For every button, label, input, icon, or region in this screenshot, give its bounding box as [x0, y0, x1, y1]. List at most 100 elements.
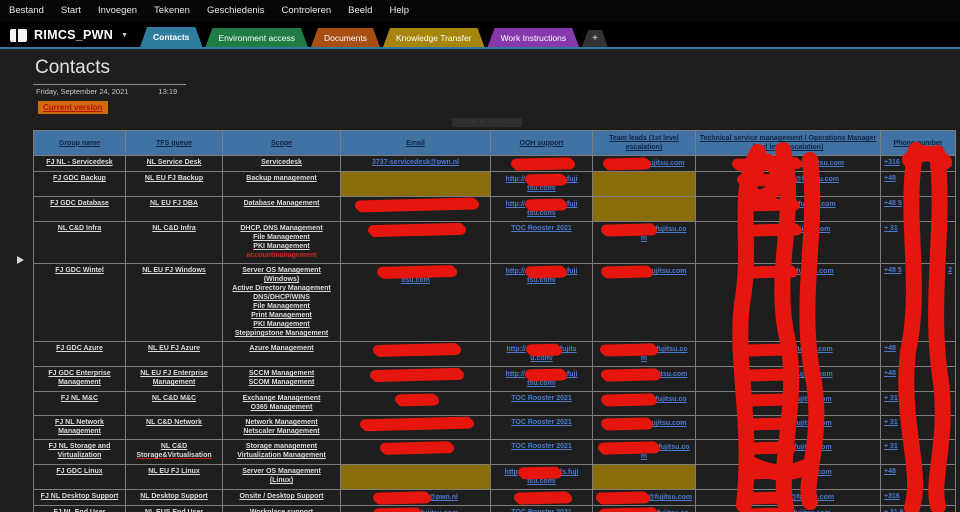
tech-link-fragment[interactable]: fujitsu.com — [796, 268, 833, 275]
phone-link-fragment[interactable]: + 31 — [884, 418, 898, 427]
phone-link-fragment[interactable]: +48 5 — [884, 199, 902, 208]
tab-label: Environment access — [218, 33, 295, 43]
ooh-link[interactable]: TOC Rooster 2021 — [511, 419, 572, 426]
phone-link-fragment[interactable]: + 31 — [884, 442, 898, 451]
team-leads-link-fragment[interactable]: fujitsu.co — [658, 444, 689, 451]
table-row: FJ NL - ServicedeskNL Service DeskServic… — [34, 156, 956, 172]
team-leads-link-fragment[interactable]: fujitsu.co — [655, 226, 686, 233]
email-link[interactable]: 3737-servicedesk@pwn.nl — [372, 159, 459, 166]
ooh-link[interactable]: TOC Rooster 2021 — [511, 443, 572, 450]
ooh-link-fragment[interactable]: .fuji — [565, 201, 577, 208]
notebook-name[interactable]: RIMCS_PWN — [34, 28, 113, 42]
team-leads-link-fragment[interactable]: ujitsu.com — [649, 160, 684, 167]
cell-text-line: Steppingstone Management — [225, 329, 338, 338]
team-leads-link-fragment[interactable]: ujitsu.com — [651, 268, 686, 275]
ooh-link-fragment[interactable]: u.com/ — [530, 355, 553, 362]
tech-link-fragment[interactable]: @fujitsu.com — [800, 160, 844, 167]
menu-item-bestand[interactable]: Bestand — [9, 5, 44, 16]
tech-link-fragment[interactable]: fujitsu.com — [798, 201, 835, 208]
team-leads-link-fragment[interactable]: @fujitsu.com — [648, 494, 692, 501]
redaction-scribble — [601, 393, 655, 404]
phone-link-fragment[interactable]: +316 — [884, 492, 900, 501]
ooh-link[interactable]: TOC Rooster 2021 — [511, 225, 572, 232]
ooh-link-fragment[interactable]: http:// — [506, 176, 525, 183]
ooh-link-fragment[interactable]: http — [505, 469, 518, 476]
phone-link-fragment[interactable]: +48 — [884, 369, 896, 378]
menu-item-geschiedenis[interactable]: Geschiedenis — [207, 5, 265, 16]
menu-item-tekenen[interactable]: Tekenen — [154, 5, 190, 16]
phone-link-fragment[interactable]: 2 — [948, 266, 952, 275]
cell-team-leads: ujitsu.com — [593, 264, 696, 342]
team-leads-link-fragment[interactable]: itsu.com — [659, 371, 688, 378]
tech-link-fragment[interactable]: jitsu.com — [800, 226, 831, 233]
ooh-link-fragment[interactable]: tsu.com/ — [527, 380, 556, 387]
column-header-phone-number[interactable]: Phone number — [881, 131, 956, 156]
ooh-link-fragment[interactable]: .fuji — [565, 176, 577, 183]
email-link-fragment[interactable]: @pwn.nl — [429, 494, 458, 501]
phone-link-fragment[interactable]: +316 — [884, 158, 900, 167]
table-drag-handle[interactable] — [452, 118, 522, 127]
column-header-email[interactable]: Email — [341, 131, 491, 156]
ooh-link-fragment[interactable]: http:// — [506, 268, 525, 275]
menu-item-beeld[interactable]: Beeld — [348, 5, 372, 16]
phone-link-fragment[interactable]: +48 5 — [884, 266, 902, 275]
ooh-link-fragment[interactable]: .fuji — [565, 371, 577, 378]
menu-item-controleren[interactable]: Controleren — [282, 5, 332, 16]
new-section-tab[interactable]: + — [582, 30, 608, 47]
tab-environment-access[interactable]: Environment access — [205, 28, 308, 47]
column-header-team-leads-1st-level-escalation[interactable]: Team leads (1st level escalation) — [593, 131, 696, 156]
tech-link-fragment[interactable]: @fujitsu.com — [795, 176, 839, 183]
column-header-group-name[interactable]: Group name — [34, 131, 126, 156]
tech-link-fragment[interactable]: fujitsu.com — [794, 444, 831, 451]
ooh-link-fragment[interactable]: tsu.com/ — [527, 185, 556, 192]
tab-knowledge-transfer[interactable]: Knowledge Transfer — [383, 28, 485, 47]
column-header-scope[interactable]: Scope — [223, 131, 341, 156]
tab-contacts[interactable]: Contacts — [140, 27, 202, 47]
ooh-link[interactable]: TOC Rooster 2021 — [511, 395, 572, 402]
phone-link-fragment[interactable]: + 31 — [884, 394, 898, 403]
ooh-link-fragment[interactable]: http:// — [506, 346, 525, 353]
tech-link-fragment[interactable]: fujitsu.com — [794, 469, 831, 476]
ooh-link-fragment[interactable]: fujits — [560, 346, 577, 353]
team-leads-link-fragment[interactable]: m — [641, 453, 647, 460]
column-header-technical-service-management-operations-manager-2nd-level-escalation[interactable]: Technical service management / Operation… — [696, 131, 881, 156]
tech-link-fragment[interactable]: fujitsu.com — [795, 346, 832, 353]
ooh-link-fragment[interactable]: tsu.com/ — [527, 277, 556, 284]
column-header-ooh-support[interactable]: OOH support — [491, 131, 593, 156]
tech-link-fragment[interactable]: fujitsu.com — [794, 420, 831, 427]
team-leads-link-fragment[interactable]: fujitsu.co — [656, 346, 687, 353]
page-title[interactable]: Contacts — [35, 57, 110, 79]
ooh-link-fragment[interactable]: fs.fuji — [560, 469, 579, 476]
redaction-scribble — [513, 491, 569, 502]
notebook-selector[interactable]: RIMCS_PWN ▼ — [0, 28, 140, 47]
phone-link-fragment[interactable]: +48 — [884, 344, 896, 353]
tech-link-fragment[interactable]: @fujitsu.com — [790, 494, 834, 501]
menu-item-invoegen[interactable]: Invoegen — [98, 5, 137, 16]
ooh-link-fragment[interactable]: http:// — [506, 201, 525, 208]
cell-text-line: Netscaler Management — [225, 427, 338, 436]
tab-work-instructions[interactable]: Work Instructions — [488, 28, 580, 47]
team-leads-link-fragment[interactable]: ujitsu.com — [651, 420, 686, 427]
team-leads-link-fragment[interactable]: fujitsu.co — [655, 396, 686, 403]
tech-link-fragment[interactable]: fujitsu.com — [794, 396, 831, 403]
column-header-tfs-queue[interactable]: TFS queue — [126, 131, 223, 156]
phone-link-fragment[interactable]: +48 — [884, 467, 896, 476]
ooh-link-fragment[interactable]: http:// — [506, 371, 525, 378]
phone-link-fragment[interactable]: + 31 — [884, 224, 898, 233]
menu-item-start[interactable]: Start — [61, 5, 81, 16]
team-leads-link-fragment[interactable]: m — [641, 235, 647, 242]
phone-link-fragment[interactable]: + 31 6 — [884, 508, 904, 512]
paragraph-collapse-arrow[interactable] — [17, 256, 24, 264]
tech-link-fragment[interactable]: fujitsu.com — [795, 371, 832, 378]
ooh-link-fragment[interactable]: tsu.com/ — [527, 478, 556, 485]
page-date: Friday, September 24, 2021 — [36, 87, 128, 96]
phone-link-fragment[interactable]: 7055 — [936, 158, 952, 167]
phone-link-fragment[interactable]: +48 — [884, 174, 896, 183]
team-leads-link-fragment[interactable]: m — [641, 355, 647, 362]
chevron-down-icon[interactable]: ▼ — [121, 32, 128, 39]
menu-item-help[interactable]: Help — [389, 5, 409, 16]
ooh-link-fragment[interactable]: tsu.com/ — [527, 210, 556, 217]
email-link-fragment[interactable]: itsu.com — [401, 277, 430, 284]
tab-documents[interactable]: Documents — [311, 28, 380, 47]
ooh-link-fragment[interactable]: .fuji — [565, 268, 577, 275]
